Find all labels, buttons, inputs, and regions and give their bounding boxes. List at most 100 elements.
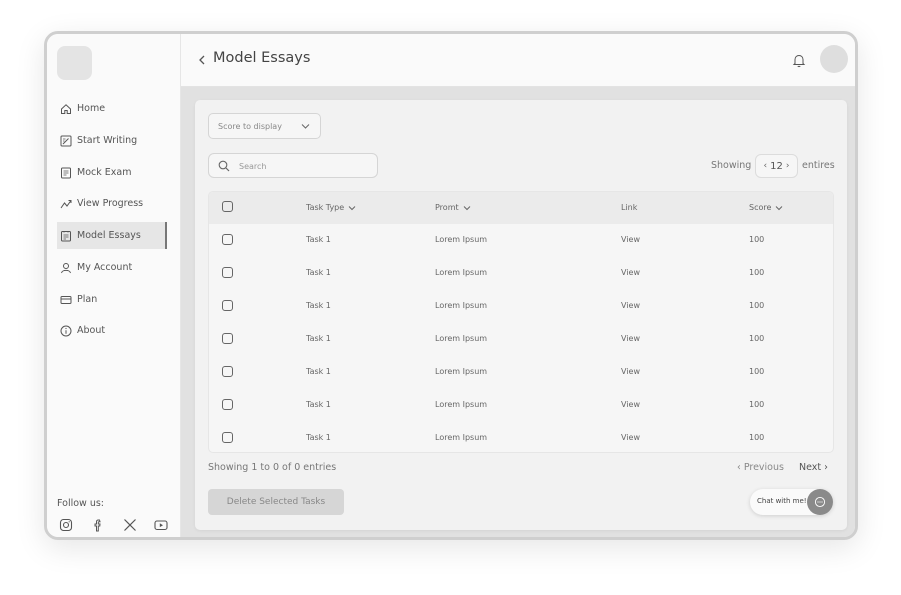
sidebar-item-label: My Account: [77, 262, 133, 273]
prompt-cell: Lorem Ipsum: [435, 400, 488, 409]
facebook-icon[interactable]: [91, 518, 105, 532]
home-icon: [61, 103, 71, 114]
edit-icon: [60, 135, 72, 146]
chat-bubble-icon: [814, 496, 826, 508]
prompt-cell: Lorem Ipsum: [435, 367, 488, 376]
select-all-checkbox[interactable]: [222, 201, 233, 212]
view-link[interactable]: View: [621, 367, 640, 376]
bell-icon[interactable]: [792, 53, 806, 68]
essays-table: Task Type Promt Link Score Task 1 Lorem …: [208, 191, 834, 453]
view-link[interactable]: View: [621, 235, 640, 244]
sidebar-item-about[interactable]: About: [57, 317, 167, 344]
column-header-task-type[interactable]: Task Type: [306, 203, 356, 212]
user-icon: [61, 262, 71, 273]
view-link[interactable]: View: [621, 301, 640, 310]
main-content: Score to display Showing ‹ 12 › entires …: [181, 87, 855, 537]
score-cell: 100: [749, 301, 765, 310]
row-checkbox[interactable]: [222, 333, 233, 344]
task-type-cell: Task 1: [306, 334, 331, 343]
view-link[interactable]: View: [621, 400, 640, 409]
page-title: Model Essays: [213, 50, 311, 66]
table-row: Task 1 Lorem Ipsum View 100: [209, 422, 833, 452]
task-type-cell: Task 1: [306, 268, 331, 277]
score-cell: 100: [749, 367, 765, 376]
score-cell: 100: [749, 235, 765, 244]
decrease-entries-button[interactable]: ‹: [761, 161, 771, 171]
app-window: Home Start Writing Mock Exam View Progre…: [44, 31, 858, 540]
task-type-cell: Task 1: [306, 301, 331, 310]
sidebar-item-model-essays[interactable]: Model Essays: [57, 222, 167, 249]
table-row: Task 1 Lorem Ipsum View 100: [209, 389, 833, 422]
column-header-prompt[interactable]: Promt: [435, 203, 471, 212]
increase-entries-button[interactable]: ›: [783, 161, 793, 171]
view-link[interactable]: View: [621, 334, 640, 343]
pagination-info: Showing 1 to 0 of 0 entries: [208, 462, 337, 473]
search-input[interactable]: [239, 158, 369, 174]
task-type-cell: Task 1: [306, 433, 331, 442]
row-checkbox[interactable]: [222, 399, 233, 410]
card-icon: [60, 295, 72, 304]
chevron-down-icon: [348, 205, 356, 210]
next-page-button[interactable]: Next ›: [799, 462, 828, 473]
showing-label: Showing: [711, 160, 752, 171]
score-cell: 100: [749, 334, 765, 343]
sidebar-item-mock-exam[interactable]: Mock Exam: [57, 159, 167, 186]
task-type-cell: Task 1: [306, 367, 331, 376]
task-type-cell: Task 1: [306, 400, 331, 409]
sidebar-item-view-progress[interactable]: View Progress: [57, 190, 167, 217]
chevron-down-icon: [776, 205, 783, 210]
progress-icon: [60, 199, 72, 208]
score-display-select[interactable]: Score to display: [208, 113, 321, 139]
sidebar-item-my-account[interactable]: My Account: [57, 254, 167, 281]
prompt-cell: Lorem Ipsum: [435, 235, 488, 244]
search-box: [208, 153, 378, 178]
sidebar-item-plan[interactable]: Plan: [57, 286, 167, 313]
x-icon[interactable]: [123, 518, 137, 532]
previous-page-button[interactable]: ‹ Previous: [737, 462, 784, 473]
avatar[interactable]: [820, 45, 848, 73]
chat-label: Chat with me!: [757, 497, 807, 505]
sidebar-item-label: About: [77, 325, 106, 336]
row-checkbox[interactable]: [222, 267, 233, 278]
view-link[interactable]: View: [621, 433, 640, 442]
delete-selected-button[interactable]: Delete Selected Tasks: [208, 489, 344, 515]
sidebar-item-label: Plan: [77, 294, 98, 305]
instagram-icon[interactable]: [59, 518, 73, 532]
score-select-label: Score to display: [218, 121, 282, 131]
sidebar-item-start-writing[interactable]: Start Writing: [57, 127, 167, 154]
youtube-icon[interactable]: [154, 518, 168, 532]
score-cell: 100: [749, 268, 765, 277]
table-row: Task 1 Lorem Ipsum View 100: [209, 290, 833, 323]
entries-label: entires: [802, 160, 835, 171]
row-checkbox[interactable]: [222, 234, 233, 245]
chevron-down-icon: [301, 124, 310, 129]
essay-icon: [61, 230, 71, 241]
task-type-cell: Task 1: [306, 235, 331, 244]
sidebar-item-home[interactable]: Home: [57, 95, 167, 122]
score-cell: 100: [749, 433, 765, 442]
sidebar-item-label: Home: [77, 103, 106, 114]
sidebar-item-label: Mock Exam: [77, 167, 132, 178]
view-link[interactable]: View: [621, 268, 640, 277]
chat-button[interactable]: [807, 489, 833, 515]
row-checkbox[interactable]: [222, 300, 233, 311]
table-row: Task 1 Lorem Ipsum View 100: [209, 323, 833, 356]
follow-us-label: Follow us:: [57, 498, 104, 509]
sidebar-item-label: View Progress: [77, 198, 144, 209]
row-checkbox[interactable]: [222, 432, 233, 443]
chat-widget[interactable]: Chat with me!: [750, 489, 833, 515]
column-label: Task Type: [306, 203, 345, 212]
table-row: Task 1 Lorem Ipsum View 100: [209, 356, 833, 389]
header: Model Essays: [181, 34, 855, 87]
info-icon: [60, 325, 72, 336]
row-checkbox[interactable]: [222, 366, 233, 377]
entries-count: 12: [770, 160, 783, 172]
table-row: Task 1 Lorem Ipsum View 100: [209, 224, 833, 257]
chevron-down-icon: [463, 205, 470, 210]
column-header-score[interactable]: Score: [749, 203, 783, 212]
back-arrow-icon[interactable]: [197, 53, 207, 67]
column-label: Promt: [435, 203, 459, 212]
logo: [57, 46, 92, 80]
column-label: Score: [749, 203, 772, 212]
sidebar: Home Start Writing Mock Exam View Progre…: [47, 34, 181, 537]
